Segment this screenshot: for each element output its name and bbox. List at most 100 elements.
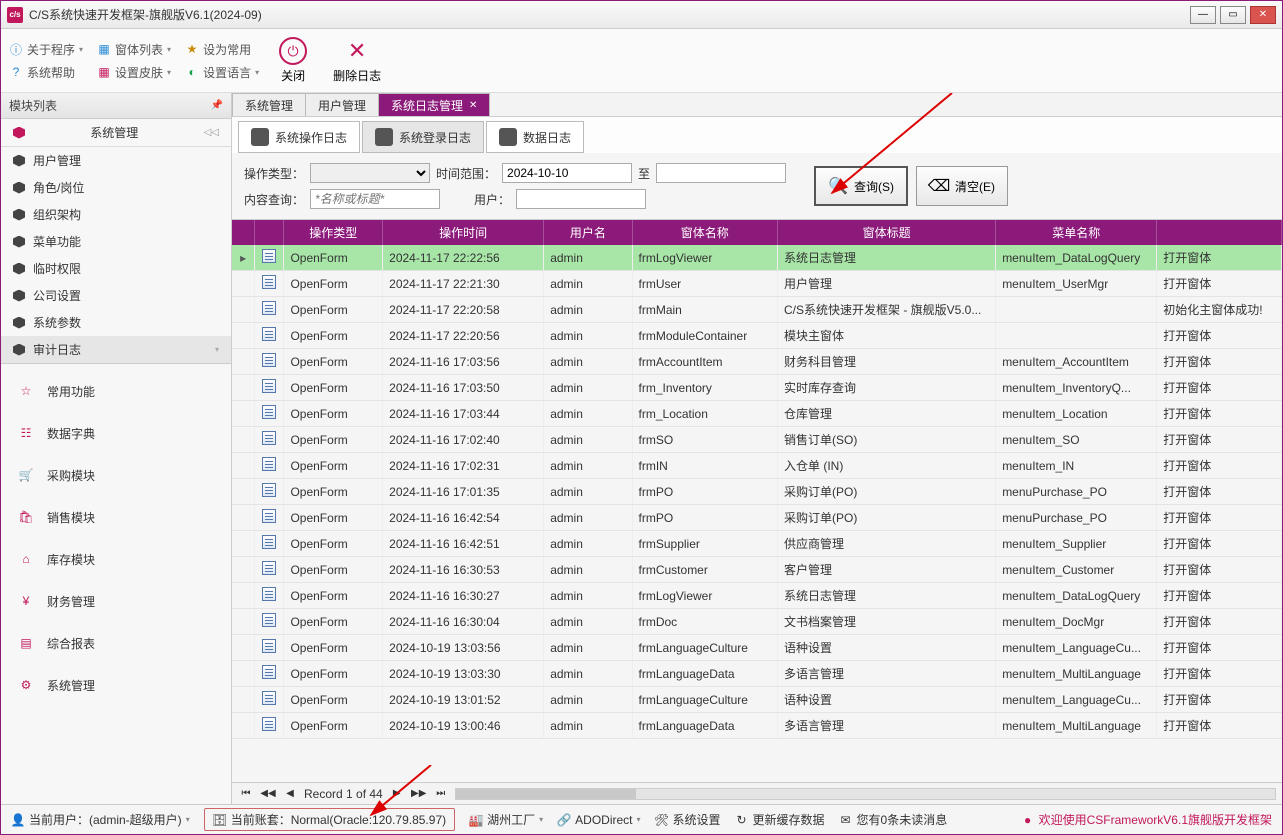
column-header[interactable]: 菜单名称 xyxy=(996,220,1157,245)
optype-select[interactable] xyxy=(310,163,430,183)
cell-menu: menuItem_UserMgr xyxy=(996,271,1157,297)
module-item[interactable]: 系统参数 xyxy=(1,309,231,336)
table-row[interactable]: OpenForm2024-11-16 17:03:44adminfrm_Loca… xyxy=(232,401,1282,427)
status-user[interactable]: 👤当前用户：(admin-超级用户)▾ xyxy=(11,811,190,828)
tab[interactable]: 系统日志管理✕ xyxy=(378,93,490,116)
table-row[interactable]: OpenForm2024-11-16 17:03:50adminfrm_Inve… xyxy=(232,375,1282,401)
clear-button[interactable]: ⌫ 清空(E) xyxy=(916,166,1008,206)
pager-next-page[interactable]: ▶▶ xyxy=(411,788,427,799)
table-row[interactable]: OpenForm2024-10-19 13:03:56adminfrmLangu… xyxy=(232,635,1282,661)
table-row[interactable]: OpenForm2024-11-16 17:03:56adminfrmAccou… xyxy=(232,349,1282,375)
subtab[interactable]: 数据日志 xyxy=(486,121,584,153)
favorite-item[interactable]: ⌂库存模块 xyxy=(1,538,231,580)
module-item[interactable]: 公司设置 xyxy=(1,282,231,309)
pin-icon[interactable]: 📌 xyxy=(211,100,223,111)
favorite-item[interactable]: ▤综合报表 xyxy=(1,622,231,664)
status-messages[interactable]: ✉您有0条未读消息 xyxy=(839,811,948,828)
module-item[interactable]: 菜单功能 xyxy=(1,228,231,255)
favorite-item[interactable]: 🛒采购模块 xyxy=(1,454,231,496)
favorite-item[interactable]: ⚙系统管理 xyxy=(1,664,231,706)
windows-list-button[interactable]: ▦窗体列表▾ xyxy=(97,41,171,58)
cube-icon xyxy=(13,263,25,275)
help-button[interactable]: ?系统帮助 xyxy=(9,64,83,81)
row-indicator xyxy=(232,557,255,583)
status-factory[interactable]: 🏭湖州工厂▾ xyxy=(469,811,543,828)
doc-icon xyxy=(262,405,276,419)
module-item[interactable]: 临时权限 xyxy=(1,255,231,282)
pager-next[interactable]: ▶ xyxy=(389,788,405,799)
table-row[interactable]: OpenForm2024-11-17 22:21:30adminfrmUser用… xyxy=(232,271,1282,297)
cell-title: 销售订单(SO) xyxy=(777,427,995,453)
content-input[interactable] xyxy=(310,189,440,209)
pager-prev[interactable]: ◀ xyxy=(282,788,298,799)
search-button[interactable]: 🔍 查询(S) xyxy=(814,166,908,206)
log-grid[interactable]: 操作类型操作时间用户名窗体名称窗体标题菜单名称 ▸OpenForm2024-11… xyxy=(232,219,1282,782)
module-item[interactable]: 用户管理 xyxy=(1,147,231,174)
cell-menu: menuItem_MultiLanguage xyxy=(996,661,1157,687)
cell-title: 财务科目管理 xyxy=(777,349,995,375)
cell-time: 2024-11-16 17:03:44 xyxy=(383,401,544,427)
tab-close-icon[interactable]: ✕ xyxy=(469,100,477,111)
module-item[interactable]: 审计日志▾ xyxy=(1,336,231,363)
module-item[interactable]: 组织架构 xyxy=(1,201,231,228)
pager-last[interactable]: ⏭ xyxy=(433,788,449,799)
table-row[interactable]: OpenForm2024-11-16 16:42:51adminfrmSuppl… xyxy=(232,531,1282,557)
module-label: 用户管理 xyxy=(33,152,81,169)
table-row[interactable]: OpenForm2024-11-16 17:01:35adminfrmPO采购订… xyxy=(232,479,1282,505)
column-header[interactable]: 操作类型 xyxy=(284,220,383,245)
column-header[interactable] xyxy=(1157,220,1282,245)
table-row[interactable]: OpenForm2024-11-17 22:20:58adminfrmMainC… xyxy=(232,297,1282,323)
table-row[interactable]: OpenForm2024-11-16 17:02:40adminfrmSO销售订… xyxy=(232,427,1282,453)
status-refresh[interactable]: ↻更新缓存数据 xyxy=(735,811,825,828)
cell-user: admin xyxy=(544,557,632,583)
table-row[interactable]: OpenForm2024-11-16 16:30:27adminfrmLogVi… xyxy=(232,583,1282,609)
module-item[interactable]: 角色/岗位 xyxy=(1,174,231,201)
column-header[interactable]: 操作时间 xyxy=(383,220,544,245)
table-row[interactable]: OpenForm2024-11-16 16:42:54adminfrmPO采购订… xyxy=(232,505,1282,531)
cube-icon xyxy=(13,344,25,356)
about-button[interactable]: ⓘ关于程序▾ xyxy=(9,41,83,58)
favorite-item[interactable]: ☆常用功能 xyxy=(1,370,231,412)
column-header[interactable]: 用户名 xyxy=(544,220,632,245)
cell-menu: menuItem_SO xyxy=(996,427,1157,453)
row-icon-cell xyxy=(255,453,284,479)
pager-first[interactable]: ⏮ xyxy=(238,788,254,799)
status-settings[interactable]: 🛠系统设置 xyxy=(655,811,721,828)
table-row[interactable]: OpenForm2024-11-16 16:30:04adminfrmDoc文书… xyxy=(232,609,1282,635)
table-row[interactable]: OpenForm2024-10-19 13:03:30adminfrmLangu… xyxy=(232,661,1282,687)
favorite-item[interactable]: ¥财务管理 xyxy=(1,580,231,622)
status-ado[interactable]: 🔗ADODirect▾ xyxy=(557,813,640,827)
status-account[interactable]: 🗄当前账套：Normal(Oracle:120.79.85.97) xyxy=(204,808,455,831)
close-window-button[interactable]: ✕ xyxy=(1250,6,1276,24)
language-button[interactable]: ◐设置语言▾ xyxy=(185,64,259,81)
maximize-button[interactable]: ▭ xyxy=(1220,6,1246,24)
favorite-item[interactable]: 🛍销售模块 xyxy=(1,496,231,538)
table-row[interactable]: OpenForm2024-10-19 13:01:52adminfrmLangu… xyxy=(232,687,1282,713)
favorite-item[interactable]: ☷数据字典 xyxy=(1,412,231,454)
column-header[interactable]: 窗体名称 xyxy=(632,220,777,245)
subtab[interactable]: 系统操作日志 xyxy=(238,121,360,153)
minimize-button[interactable]: — xyxy=(1190,6,1216,24)
delete-log-button[interactable]: ✕ 删除日志 xyxy=(327,37,387,84)
tab[interactable]: 系统管理 xyxy=(232,93,306,116)
tab[interactable]: 用户管理 xyxy=(305,93,379,116)
table-row[interactable]: OpenForm2024-10-19 13:00:46adminfrmLangu… xyxy=(232,713,1282,739)
subtab[interactable]: 系统登录日志 xyxy=(362,121,484,153)
cell-form: frmSO xyxy=(632,427,777,453)
table-row[interactable]: OpenForm2024-11-17 22:20:56adminfrmModul… xyxy=(232,323,1282,349)
module-item[interactable]: 系统管理◁◁ xyxy=(1,119,231,147)
table-row[interactable]: OpenForm2024-11-16 16:30:53adminfrmCusto… xyxy=(232,557,1282,583)
cell-form: frmDoc xyxy=(632,609,777,635)
set-default-button[interactable]: ★设为常用 xyxy=(185,41,259,58)
cell-user: admin xyxy=(544,271,632,297)
h-scrollbar[interactable] xyxy=(455,788,1276,800)
date-from-input[interactable] xyxy=(502,163,632,183)
user-input[interactable] xyxy=(516,189,646,209)
table-row[interactable]: ▸OpenForm2024-11-17 22:22:56adminfrmLogV… xyxy=(232,245,1282,271)
skin-button[interactable]: ▦设置皮肤▾ xyxy=(97,64,171,81)
date-to-input[interactable] xyxy=(656,163,786,183)
column-header[interactable]: 窗体标题 xyxy=(777,220,995,245)
close-button[interactable]: ⏻ 关闭 xyxy=(273,37,313,84)
table-row[interactable]: OpenForm2024-11-16 17:02:31adminfrmIN入仓单… xyxy=(232,453,1282,479)
pager-prev-page[interactable]: ◀◀ xyxy=(260,788,276,799)
